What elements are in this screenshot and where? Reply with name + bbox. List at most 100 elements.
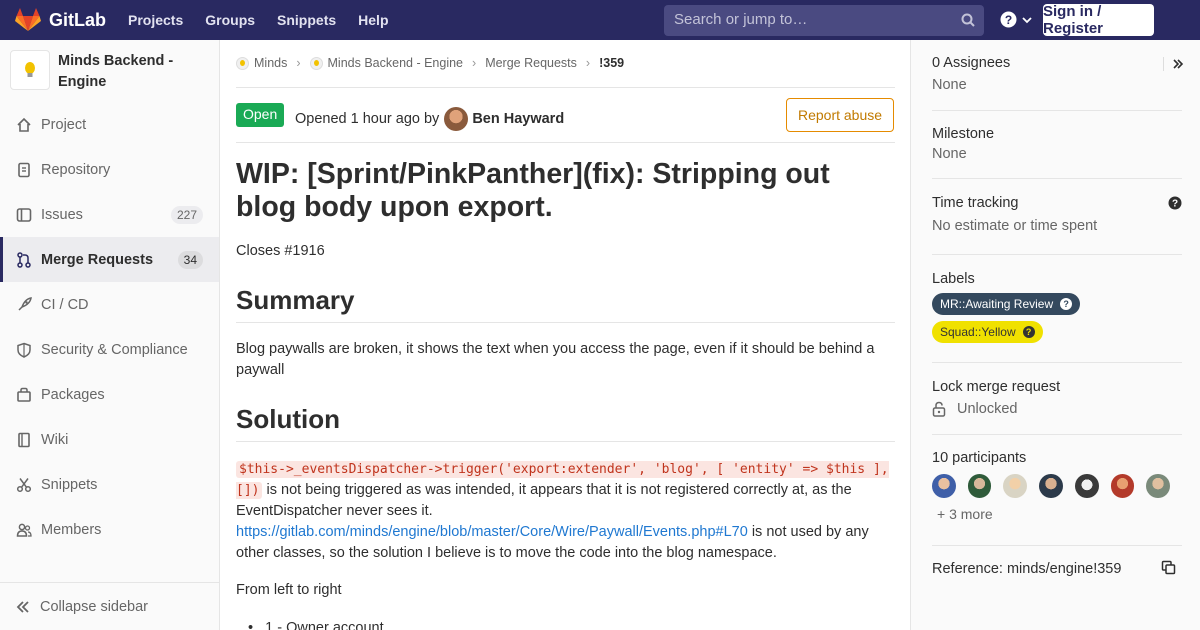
sidebar-item-ci-cd[interactable]: CI / CD [0, 282, 219, 327]
milestone-title: Milestone [932, 126, 995, 142]
sidebar-item-packages[interactable]: Packages [0, 372, 219, 417]
divider [236, 142, 895, 143]
collapse-sidebar-button[interactable]: Collapse sidebar [0, 582, 219, 630]
mr-title: WIP: [Sprint/PinkPanther](fix): Strippin… [236, 158, 830, 223]
divider [932, 254, 1182, 255]
doc-icon [18, 162, 30, 177]
label-text: MR::Awaiting Review [940, 297, 1054, 311]
assignees-title: 0 Assignees [932, 55, 1011, 71]
sidebar-item-label: Wiki [41, 431, 69, 448]
divider [932, 545, 1182, 546]
participant-avatar[interactable] [1003, 474, 1028, 498]
sidebar-item-label: Repository [41, 161, 111, 178]
milestone-block: Milestone None [932, 126, 1182, 162]
users-icon [16, 523, 32, 537]
participant-avatar[interactable] [1074, 474, 1099, 498]
left-sidebar: Minds Backend - Engine Project Repositor… [0, 40, 220, 630]
sidebar-item-project[interactable]: Project [0, 102, 219, 147]
divider [236, 322, 895, 323]
project-avatar [10, 50, 50, 90]
gitlab-logo[interactable]: GitLab [15, 8, 106, 32]
sidebar-item-members[interactable]: Members [0, 507, 219, 552]
sidebar-item-security[interactable]: Security & Compliance [0, 327, 219, 372]
participant-avatar[interactable] [967, 474, 992, 498]
participants-list [932, 474, 1182, 498]
issues-icon [16, 207, 32, 222]
search-input[interactable]: Search or jump to… [664, 5, 984, 36]
search-icon [961, 13, 975, 27]
svg-text:?: ? [1172, 199, 1178, 210]
author-avatar[interactable] [444, 107, 469, 131]
lock-title: Lock merge request [932, 379, 1061, 395]
project-name: Minds Backend - Engine [58, 53, 174, 90]
participant-avatar[interactable] [1039, 474, 1063, 498]
sidebar-item-label: Issues [41, 206, 83, 223]
breadcrumb-item[interactable]: Minds Backend - Engine [328, 56, 464, 70]
divider [1163, 57, 1164, 71]
sidebar-item-label: Packages [41, 386, 105, 403]
brand-name: GitLab [49, 9, 106, 30]
time-tracking-title: Time tracking [932, 195, 1019, 211]
issues-count-badge: 227 [170, 205, 203, 224]
nav-snippets[interactable]: Snippets [277, 12, 336, 28]
breadcrumb-separator: › [585, 56, 591, 70]
help-dropdown[interactable]: ? [1000, 11, 1033, 28]
nav-groups[interactable]: Groups [205, 12, 255, 28]
sidebar-item-merge-requests[interactable]: Merge Requests 34 [0, 237, 219, 282]
collapse-right-icon[interactable] [1171, 57, 1185, 71]
collapse-sidebar-label: Collapse sidebar [40, 598, 149, 615]
from-left-text: From left to right [236, 582, 342, 598]
participant-avatar[interactable] [1146, 474, 1171, 498]
breadcrumb-item[interactable]: Minds [254, 56, 287, 70]
label-squad-yellow[interactable]: Squad::Yellow? [932, 321, 1043, 343]
list-item: • 1 - Owner account [236, 618, 895, 630]
nav-links: Projects Groups Snippets Help [128, 12, 411, 28]
project-header[interactable]: Minds Backend - Engine [10, 50, 198, 93]
sidebar-item-issues[interactable]: Issues 227 [0, 192, 219, 237]
assignees-block: 0 Assignees None [932, 55, 1182, 93]
opened-by: Opened 1 hour ago by Ben Hayward [295, 107, 564, 131]
list-item-text: 1 - Owner account [265, 620, 384, 630]
group-avatar-icon [236, 56, 249, 70]
reference-block: Reference: minds/engine!359 [932, 561, 1182, 577]
sidebar-item-label: Security & Compliance [41, 341, 188, 358]
package-icon [17, 387, 31, 402]
lock-block: Lock merge request Unlocked [932, 379, 1182, 417]
reference-text: Reference: minds/engine!359 [932, 561, 1122, 577]
opened-text: Opened 1 hour ago by [295, 111, 440, 127]
sidebar-item-wiki[interactable]: Wiki [0, 417, 219, 462]
nav-projects[interactable]: Projects [128, 12, 183, 28]
home-icon [17, 117, 31, 132]
time-tracking-value: No estimate or time spent [932, 218, 1098, 234]
bullet: • [248, 620, 266, 630]
divider [932, 110, 1182, 111]
sidebar-item-snippets[interactable]: Snippets [0, 462, 219, 507]
label-awaiting-review[interactable]: MR::Awaiting Review? [932, 293, 1081, 315]
divider [236, 87, 895, 88]
participant-avatar[interactable] [932, 474, 956, 498]
divider [932, 362, 1182, 363]
sidebar-item-label: Project [41, 116, 87, 133]
question-icon: ? [1022, 326, 1035, 338]
breadcrumb-separator: › [296, 56, 301, 70]
milestone-value: None [932, 146, 967, 162]
author-name[interactable]: Ben Hayward [472, 111, 564, 127]
sign-in-button[interactable]: Sign in / Register [1043, 3, 1154, 37]
merge-request-icon [17, 251, 31, 268]
report-abuse-button[interactable]: Report abuse [786, 98, 894, 132]
project-avatar-icon [309, 56, 323, 70]
search-placeholder: Search or jump to… [674, 11, 808, 28]
sidebar-item-repository[interactable]: Repository [0, 147, 219, 192]
participant-avatar[interactable] [1110, 474, 1135, 498]
nav-help[interactable]: Help [358, 12, 388, 28]
divider [932, 434, 1182, 435]
summary-heading: Summary [236, 285, 355, 315]
copy-icon[interactable] [1161, 560, 1176, 575]
participants-more-link[interactable]: + 3 more [937, 506, 1182, 522]
breadcrumb-item[interactable]: Merge Requests [485, 56, 577, 70]
solution-heading: Solution [236, 404, 340, 434]
breadcrumb-current[interactable]: !359 [599, 56, 624, 70]
labels-title: Labels [932, 271, 975, 287]
events-php-link[interactable]: https://gitlab.com/minds/engine/blob/mas… [236, 524, 748, 540]
question-icon[interactable]: ? [1168, 196, 1182, 210]
